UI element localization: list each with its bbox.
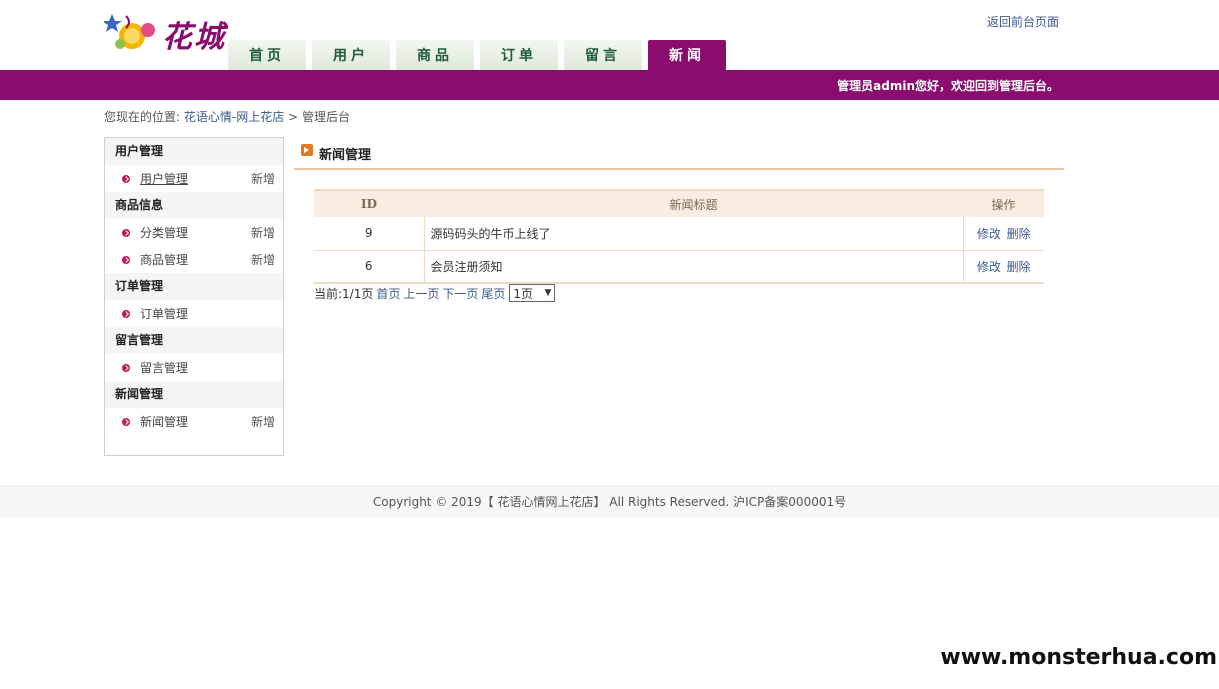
sidebar-item-product-management: 商品管理 新增 (105, 246, 283, 273)
sidebar: 用户管理 用户管理 新增 商品信息 分类管理 新增 商品管理 新增 订单管理 订… (104, 137, 284, 456)
nav-tab-messages[interactable]: 留言 (564, 40, 642, 70)
sidebar-item-user-management: 用户管理 新增 (105, 165, 283, 192)
sidebar-group-title-news: 新闻管理 (105, 381, 283, 408)
table-header-row: ID 新闻标题 操作 (314, 189, 1044, 217)
sidebar-item-order-management: 订单管理 (105, 300, 283, 327)
sidebar-add-category-link[interactable]: 新增 (251, 224, 275, 241)
cell-ops: 修改 删除 (962, 250, 1044, 284)
cell-id: 9 (314, 217, 424, 251)
last-page-link[interactable]: 尾页 (481, 285, 505, 302)
nav-tab-news[interactable]: 新闻 (648, 40, 726, 70)
next-page-link[interactable]: 下一页 (442, 285, 478, 302)
breadcrumb-prefix: 您现在的位置: (104, 110, 181, 124)
arrow-bullet-icon (122, 174, 130, 183)
sidebar-link-news-management[interactable]: 新闻管理 (140, 413, 251, 430)
pagination: 当前:1/1页 首页 上一页 下一页 尾页 1页 ▼ (314, 284, 556, 302)
sidebar-link-order-management[interactable]: 订单管理 (140, 305, 275, 322)
sidebar-link-product-management[interactable]: 商品管理 (140, 251, 251, 268)
footer: Copyright © 2019【 花语心情网上花店】 All Rights R… (0, 486, 1219, 517)
welcome-bar: 管理员admin您好，欢迎回到管理后台。 (0, 70, 1219, 100)
page-status: 当前:1/1页 (314, 286, 374, 301)
sidebar-item-category-management: 分类管理 新增 (105, 219, 283, 246)
sidebar-add-news-link[interactable]: 新增 (251, 413, 275, 430)
breadcrumb: 您现在的位置: 花语心情-网上花店 > 管理后台 (104, 108, 350, 125)
prev-page-link[interactable]: 上一页 (403, 285, 439, 302)
nav-tab-home[interactable]: 首页 (228, 40, 306, 70)
sidebar-group-title-users: 用户管理 (105, 138, 283, 165)
sidebar-group-title-messages: 留言管理 (105, 327, 283, 354)
section-title-bar: 新闻管理 (294, 140, 1064, 170)
column-header-ops: 操作 (963, 189, 1044, 217)
edit-link[interactable]: 修改 (977, 227, 1001, 241)
logo-text: 花城 (162, 20, 226, 55)
sidebar-add-product-link[interactable]: 新增 (251, 251, 275, 268)
copyright-text: Copyright © 2019【 花语心情网上花店】 All Rights R… (372, 495, 847, 509)
page-title: 新闻管理 (319, 148, 372, 163)
sidebar-group-title-orders: 订单管理 (105, 273, 283, 300)
column-header-title: 新闻标题 (424, 189, 963, 217)
back-to-frontend-link[interactable]: 返回前台页面 (987, 13, 1059, 30)
arrow-right-icon (301, 144, 313, 156)
arrow-bullet-icon (122, 363, 130, 372)
cell-id: 6 (314, 250, 424, 284)
sidebar-link-category-management[interactable]: 分类管理 (140, 224, 251, 241)
header: 花城 返回前台页面 首页 用户 商品 订单 留言 新闻 (0, 0, 1219, 70)
nav-tab-products[interactable]: 商品 (396, 40, 474, 70)
arrow-bullet-icon (122, 309, 130, 318)
caret-down-icon: ▼ (544, 288, 552, 298)
sidebar-link-user-management[interactable]: 用户管理 (140, 170, 251, 187)
news-table: ID 新闻标题 操作 9 源码码头的牛币上线了 修改 删除 6 会员注册须知 修… (314, 189, 1044, 284)
arrow-bullet-icon (122, 228, 130, 237)
flower-logo-icon (102, 14, 155, 49)
column-header-id: ID (314, 189, 424, 217)
watermark: www.monsterhua.com (940, 645, 1217, 670)
table-row: 9 源码码头的牛币上线了 修改 删除 (314, 217, 1044, 251)
sidebar-link-message-management[interactable]: 留言管理 (140, 359, 275, 376)
sidebar-group-title-products: 商品信息 (105, 192, 283, 219)
cell-title: 源码码头的牛币上线了 (423, 217, 963, 251)
delete-link[interactable]: 删除 (1007, 227, 1031, 241)
nav-tab-users[interactable]: 用户 (312, 40, 390, 70)
first-page-link[interactable]: 首页 (376, 285, 400, 302)
breadcrumb-home-link[interactable]: 花语心情-网上花店 (184, 110, 284, 124)
edit-link[interactable]: 修改 (977, 260, 1001, 274)
main-nav: 首页 用户 商品 订单 留言 新闻 (228, 40, 732, 70)
sidebar-item-news-management: 新闻管理 新增 (105, 408, 283, 435)
delete-link[interactable]: 删除 (1007, 260, 1031, 274)
cell-ops: 修改 删除 (962, 217, 1044, 251)
news-table-wrapper: ID 新闻标题 操作 9 源码码头的牛币上线了 修改 删除 6 会员注册须知 修… (314, 189, 1044, 284)
arrow-bullet-icon (122, 255, 130, 264)
sidebar-item-message-management: 留言管理 (105, 354, 283, 381)
breadcrumb-separator: > (288, 110, 299, 124)
nav-tab-orders[interactable]: 订单 (480, 40, 558, 70)
cell-title: 会员注册须知 (423, 250, 963, 284)
page-select-value: 1页 (513, 286, 534, 301)
logo[interactable]: 花城 (102, 8, 228, 55)
page-select[interactable]: 1页 ▼ (509, 284, 556, 302)
arrow-bullet-icon (122, 417, 130, 426)
welcome-text: 管理员admin您好，欢迎回到管理后台。 (837, 79, 1059, 93)
sidebar-add-user-link[interactable]: 新增 (251, 170, 275, 187)
table-row: 6 会员注册须知 修改 删除 (314, 250, 1044, 284)
breadcrumb-current: 管理后台 (301, 110, 350, 124)
